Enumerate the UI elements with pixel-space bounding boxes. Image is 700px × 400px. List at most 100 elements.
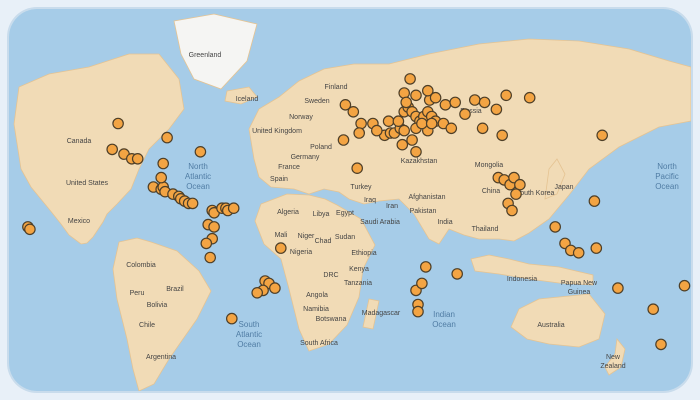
map-marker[interactable] — [416, 117, 428, 130]
map-marker[interactable] — [24, 223, 36, 236]
map-marker[interactable] — [382, 115, 395, 127]
map-marker[interactable] — [496, 129, 508, 142]
map-marker[interactable] — [106, 143, 118, 156]
map-marker[interactable] — [612, 282, 624, 294]
map-marker[interactable] — [655, 338, 667, 351]
map-marker[interactable] — [647, 303, 659, 315]
country-label-thailand: Thailand — [472, 226, 499, 233]
ocean-label-south-atlantic: Atlantic — [236, 330, 262, 339]
map-marker[interactable] — [429, 91, 442, 104]
map-marker[interactable] — [161, 131, 173, 144]
country-label-new-zealand-1: New — [606, 354, 621, 361]
ocean-label-north-atlantic: Ocean — [186, 182, 210, 191]
country-label-mali: Mali — [275, 232, 288, 239]
map-marker[interactable] — [572, 247, 585, 259]
country-label-niger: Niger — [298, 233, 315, 240]
ocean-label-indian: Ocean — [432, 320, 456, 329]
country-label-kenya: Kenya — [349, 266, 369, 273]
map-marker[interactable] — [506, 204, 518, 217]
map-marker[interactable] — [194, 146, 207, 158]
map-marker[interactable] — [449, 96, 461, 109]
map-marker[interactable] — [451, 268, 463, 280]
map-marker[interactable] — [355, 117, 367, 130]
ocean-label-north-pacific: Pacific — [655, 172, 679, 181]
map-marker[interactable] — [459, 108, 471, 120]
map-marker[interactable] — [269, 282, 281, 294]
map-marker[interactable] — [392, 115, 405, 127]
map-marker[interactable] — [227, 202, 240, 214]
map-marker[interactable] — [398, 87, 410, 99]
map-marker[interactable] — [251, 286, 263, 299]
ocean-label-south-atlantic: South — [239, 320, 260, 329]
map-marker[interactable] — [204, 251, 216, 264]
map-marker[interactable] — [678, 279, 691, 292]
ocean-label-indian: Indian — [433, 310, 455, 319]
country-label-spain: Spain — [270, 176, 288, 183]
country-label-mexico: Mexico — [68, 218, 90, 225]
country-label-pakistan: Pakistan — [410, 208, 437, 215]
country-label-finland: Finland — [325, 84, 348, 91]
map-marker[interactable] — [131, 153, 144, 165]
map-marker[interactable] — [226, 312, 238, 325]
map-marker[interactable] — [337, 134, 350, 146]
country-label-germany: Germany — [291, 154, 320, 161]
country-label-sweden: Sweden — [304, 98, 329, 105]
map-marker[interactable] — [370, 124, 383, 137]
map-marker[interactable] — [398, 124, 410, 137]
map-marker[interactable] — [416, 277, 428, 290]
map-marker[interactable] — [112, 117, 124, 130]
map-marker[interactable] — [410, 89, 422, 102]
country-label-mongolia: Mongolia — [475, 162, 504, 169]
country-label-libya: Libya — [313, 211, 330, 218]
map-marker[interactable] — [274, 242, 287, 254]
country-label-chad: Chad — [315, 238, 332, 245]
map-marker[interactable] — [445, 122, 458, 135]
map-marker[interactable] — [410, 146, 422, 158]
map-marker[interactable] — [396, 138, 409, 151]
map-marker[interactable] — [476, 122, 489, 135]
country-label-argentina: Argentina — [146, 354, 176, 361]
map-marker[interactable] — [549, 221, 561, 233]
ocean-label-south-atlantic: Ocean — [237, 340, 261, 349]
map-marker[interactable] — [157, 157, 169, 170]
map-marker[interactable] — [596, 129, 608, 142]
map-marker[interactable] — [400, 96, 412, 109]
country-label-canada: Canada — [67, 138, 92, 145]
ocean-label-north-atlantic: Atlantic — [185, 172, 211, 181]
map-marker[interactable] — [478, 96, 491, 109]
map-marker[interactable] — [208, 221, 220, 233]
map-marker[interactable] — [351, 162, 363, 174]
map-marker[interactable] — [490, 103, 503, 116]
map-marker[interactable] — [425, 117, 438, 130]
country-label-china: China — [482, 188, 500, 195]
map-marker[interactable] — [404, 73, 416, 85]
country-label-bolivia: Bolivia — [147, 302, 168, 309]
map-marker[interactable] — [200, 237, 213, 250]
world-map[interactable]: Greenland Iceland Finland Sweden Norway Russi… — [9, 9, 691, 391]
country-label-poland: Poland — [310, 144, 332, 151]
country-label-united-states: United States — [66, 180, 109, 187]
country-label-nigeria: Nigeria — [290, 249, 312, 256]
map-marker[interactable] — [186, 197, 199, 210]
map-marker[interactable] — [590, 242, 603, 254]
map-marker[interactable] — [500, 89, 512, 102]
country-label-botswana: Botswana — [316, 316, 347, 323]
map-marker[interactable] — [523, 91, 536, 104]
map-marker[interactable] — [439, 99, 452, 111]
map-marker[interactable] — [155, 171, 167, 184]
country-label-namibia: Namibia — [303, 306, 329, 313]
map-canvas[interactable]: GreenlandIcelandFinlandSwedenNorwayRussi… — [9, 9, 691, 391]
country-label-peru: Peru — [130, 290, 145, 297]
map-marker[interactable] — [419, 261, 432, 273]
map-marker[interactable] — [353, 127, 365, 139]
map-marker[interactable] — [412, 305, 424, 318]
map-marker[interactable] — [347, 106, 360, 118]
country-label-ethiopia: Ethiopia — [351, 250, 376, 257]
country-label-new-zealand-2: Zealand — [600, 363, 625, 370]
map-marker[interactable] — [406, 134, 418, 146]
map-marker[interactable] — [510, 188, 522, 200]
country-label-india: India — [437, 219, 452, 226]
country-label-papua-new-guinea-2: Guinea — [568, 289, 591, 296]
map-marker[interactable] — [588, 195, 601, 207]
map-marker[interactable] — [468, 94, 481, 106]
